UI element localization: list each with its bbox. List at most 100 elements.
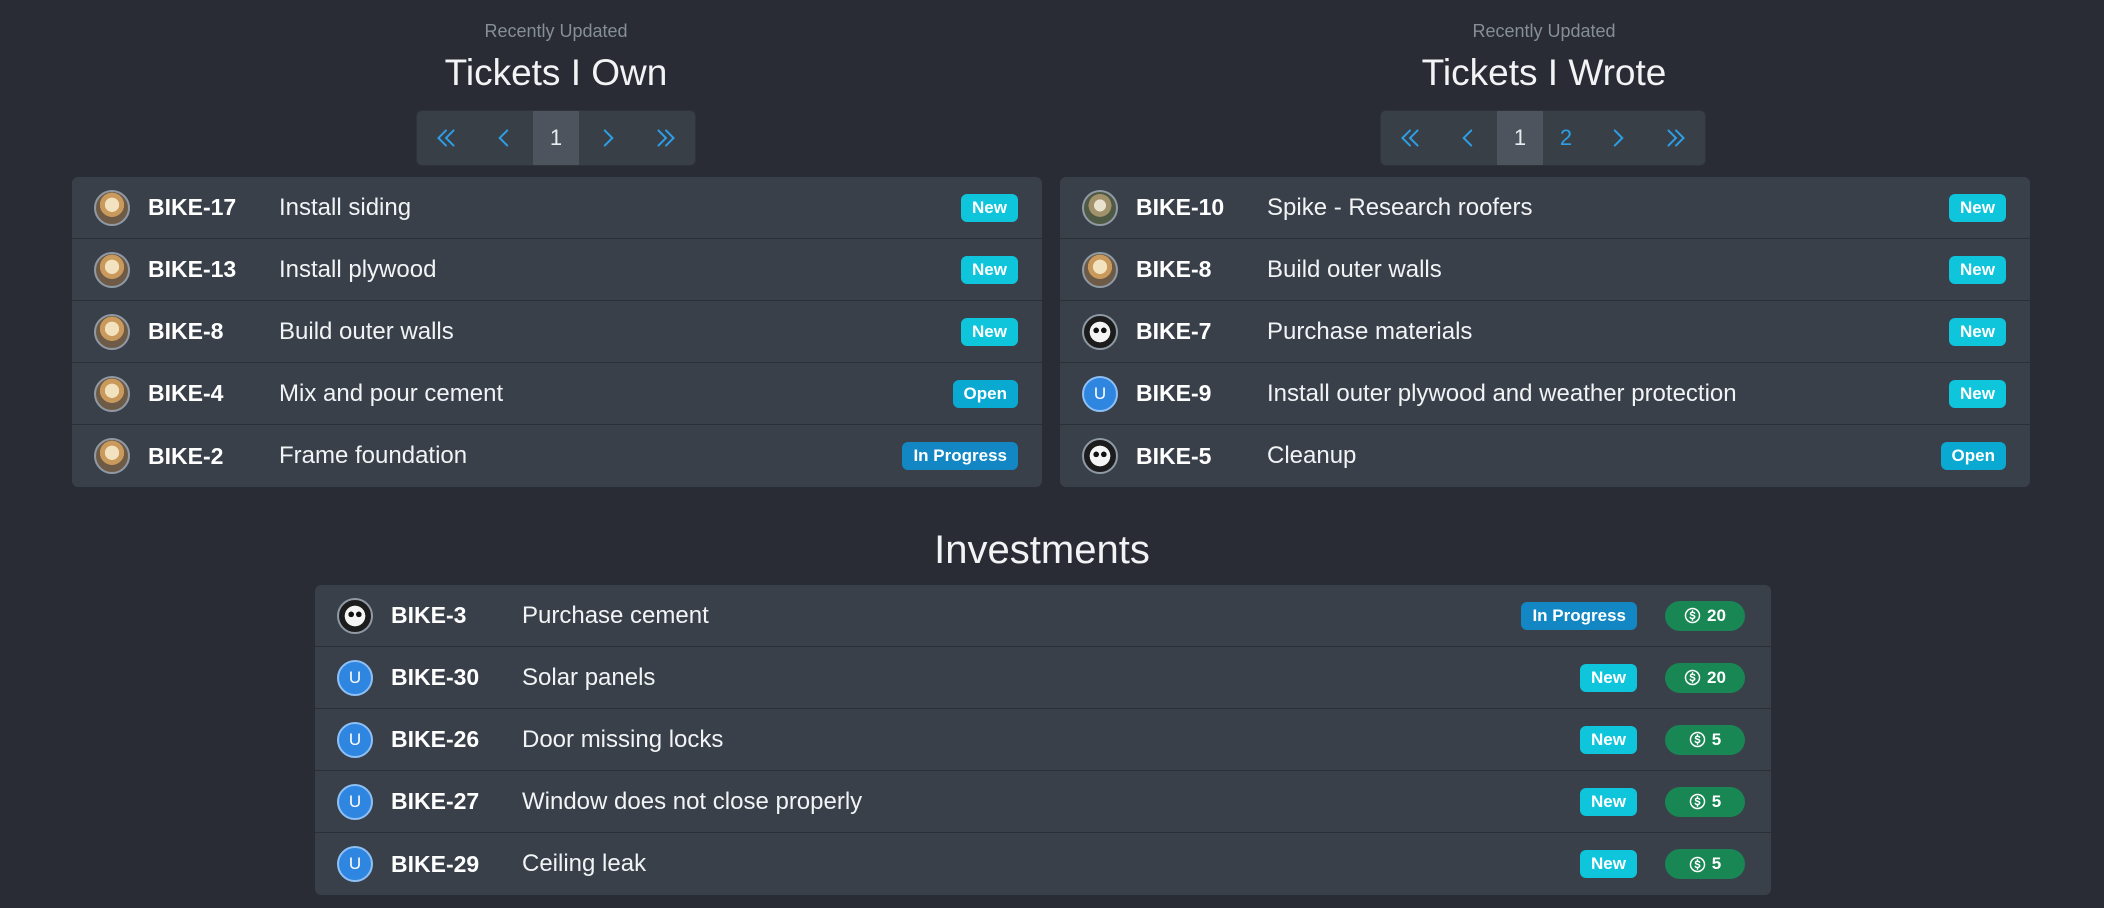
coin-dollar-icon	[1684, 669, 1701, 686]
avatar	[1082, 438, 1118, 474]
ticket-row[interactable]: BIKE-4 Mix and pour cement Open	[72, 363, 1042, 425]
ticket-summary[interactable]: Window does not close properly	[522, 788, 862, 816]
wrote-pagination: 12	[1380, 110, 1706, 166]
avatar: U	[337, 659, 373, 696]
ticket-row[interactable]: U BIKE-26 Door missing locks New 5	[315, 709, 1771, 771]
ticket-key[interactable]: BIKE-29	[391, 851, 479, 878]
page-1-button[interactable]: 1	[533, 111, 579, 165]
ticket-row[interactable]: BIKE-7 Purchase materials New	[1060, 301, 2030, 363]
ticket-row[interactable]: BIKE-17 Install siding New	[72, 177, 1042, 239]
investment-amount: 5	[1711, 791, 1722, 811]
ticket-key[interactable]: BIKE-8	[1136, 256, 1211, 283]
avatar: U	[1082, 375, 1118, 412]
coin-dollar-icon	[1689, 856, 1706, 873]
investment-badge: 5	[1665, 849, 1745, 879]
owned-subtitle: Recently Updated	[484, 21, 628, 41]
ticket-key[interactable]: BIKE-5	[1136, 443, 1211, 470]
ticket-summary[interactable]: Build outer walls	[279, 318, 454, 346]
chevron-icon	[437, 129, 455, 147]
owned-title: Tickets I Own	[444, 52, 668, 93]
wrote-header: Recently Updated Tickets I Wrote	[1060, 18, 2028, 98]
ticket-summary[interactable]: Build outer walls	[1267, 256, 1442, 284]
ticket-row[interactable]: BIKE-2 Frame foundation In Progress	[72, 425, 1042, 487]
chevron-icon	[1667, 129, 1685, 147]
ticket-row[interactable]: U BIKE-30 Solar panels New 20	[315, 647, 1771, 709]
ticket-row[interactable]: BIKE-3 Purchase cement In Progress 20	[315, 585, 1771, 647]
ticket-row[interactable]: BIKE-8 Build outer walls New	[72, 301, 1042, 363]
last-page-button[interactable]	[1647, 111, 1705, 165]
ticket-row[interactable]: BIKE-13 Install plywood New	[72, 239, 1042, 301]
ticket-key[interactable]: BIKE-8	[148, 318, 223, 345]
ticket-summary[interactable]: Ceiling leak	[522, 850, 646, 878]
status-badge: New	[1580, 787, 1637, 816]
coin-dollar-icon	[1689, 731, 1706, 748]
first-page-button[interactable]	[1381, 111, 1439, 165]
page-2-button[interactable]: 2	[1543, 111, 1589, 165]
ticket-summary[interactable]: Purchase materials	[1267, 318, 1472, 346]
ticket-summary[interactable]: Spike - Research roofers	[1267, 194, 1532, 222]
previous-page-button[interactable]	[1439, 111, 1497, 165]
status-badge: In Progress	[1521, 601, 1637, 630]
owned-pagination: 1	[416, 110, 696, 166]
avatar	[94, 313, 130, 350]
avatar	[1082, 313, 1118, 350]
chevron-icon	[1462, 129, 1473, 147]
ticket-summary[interactable]: Purchase cement	[522, 602, 709, 630]
ticket-summary[interactable]: Frame foundation	[279, 442, 467, 470]
ticket-key[interactable]: BIKE-9	[1136, 380, 1211, 407]
ticket-key[interactable]: BIKE-27	[391, 788, 479, 815]
ticket-summary[interactable]: Install siding	[279, 194, 411, 222]
ticket-row[interactable]: U BIKE-29 Ceiling leak New 5	[315, 833, 1771, 895]
status-badge: New	[1949, 317, 2006, 346]
last-page-button[interactable]	[637, 111, 695, 165]
chevron-icon	[657, 129, 675, 147]
ticket-key[interactable]: BIKE-4	[148, 380, 223, 407]
ticket-summary[interactable]: Install outer plywood and weather protec…	[1267, 380, 1737, 408]
avatar: U	[337, 846, 373, 882]
chevron-icon	[603, 129, 614, 147]
ticket-key[interactable]: BIKE-26	[391, 726, 479, 753]
coin-dollar-icon	[1684, 607, 1701, 624]
ticket-summary[interactable]: Install plywood	[279, 256, 436, 284]
status-badge: New	[1580, 663, 1637, 692]
ticket-summary[interactable]: Mix and pour cement	[279, 380, 503, 408]
avatar	[1082, 189, 1118, 226]
investment-amount: 5	[1711, 729, 1722, 749]
avatar: U	[337, 721, 373, 758]
avatar	[94, 189, 130, 226]
status-badge: New	[961, 255, 1018, 284]
investment-amount: 5	[1711, 854, 1722, 873]
avatar	[1082, 251, 1118, 288]
ticket-key[interactable]: BIKE-7	[1136, 318, 1211, 345]
ticket-row[interactable]: U BIKE-9 Install outer plywood and weather…	[1060, 363, 2030, 425]
ticket-key[interactable]: BIKE-13	[148, 256, 236, 283]
chevron-icon	[498, 129, 509, 147]
investments-title: Investments	[934, 528, 1150, 572]
ticket-row[interactable]: BIKE-10 Spike - Research roofers New	[1060, 177, 2030, 239]
ticket-key[interactable]: BIKE-10	[1136, 194, 1224, 221]
next-page-button[interactable]	[1589, 111, 1647, 165]
ticket-row[interactable]: U BIKE-27 Window does not close properly Ne…	[315, 771, 1771, 833]
ticket-summary[interactable]: Door missing locks	[522, 726, 723, 754]
previous-page-button[interactable]	[475, 111, 533, 165]
owned-ticket-list: BIKE-17 Install siding New BIKE-13 Install p…	[72, 177, 1042, 487]
page-1-button[interactable]: 1	[1497, 111, 1543, 165]
investment-badge: 5	[1665, 786, 1745, 817]
investment-amount: 20	[1707, 667, 1726, 687]
first-page-button[interactable]	[417, 111, 475, 165]
investment-amount: 20	[1707, 605, 1726, 625]
ticket-key[interactable]: BIKE-2	[148, 443, 223, 470]
ticket-key[interactable]: BIKE-30	[391, 664, 479, 691]
ticket-row[interactable]: BIKE-8 Build outer walls New	[1060, 239, 2030, 301]
next-page-button[interactable]	[579, 111, 637, 165]
ticket-key[interactable]: BIKE-3	[391, 602, 466, 629]
avatar	[94, 251, 130, 288]
status-badge: New	[1949, 193, 2006, 222]
avatar: U	[337, 783, 373, 820]
coin-dollar-icon	[1689, 793, 1706, 810]
chevron-icon	[1613, 129, 1624, 147]
ticket-summary[interactable]: Solar panels	[522, 664, 655, 692]
ticket-key[interactable]: BIKE-17	[148, 194, 236, 221]
ticket-summary[interactable]: Cleanup	[1267, 442, 1356, 470]
ticket-row[interactable]: BIKE-5 Cleanup Open	[1060, 425, 2030, 487]
